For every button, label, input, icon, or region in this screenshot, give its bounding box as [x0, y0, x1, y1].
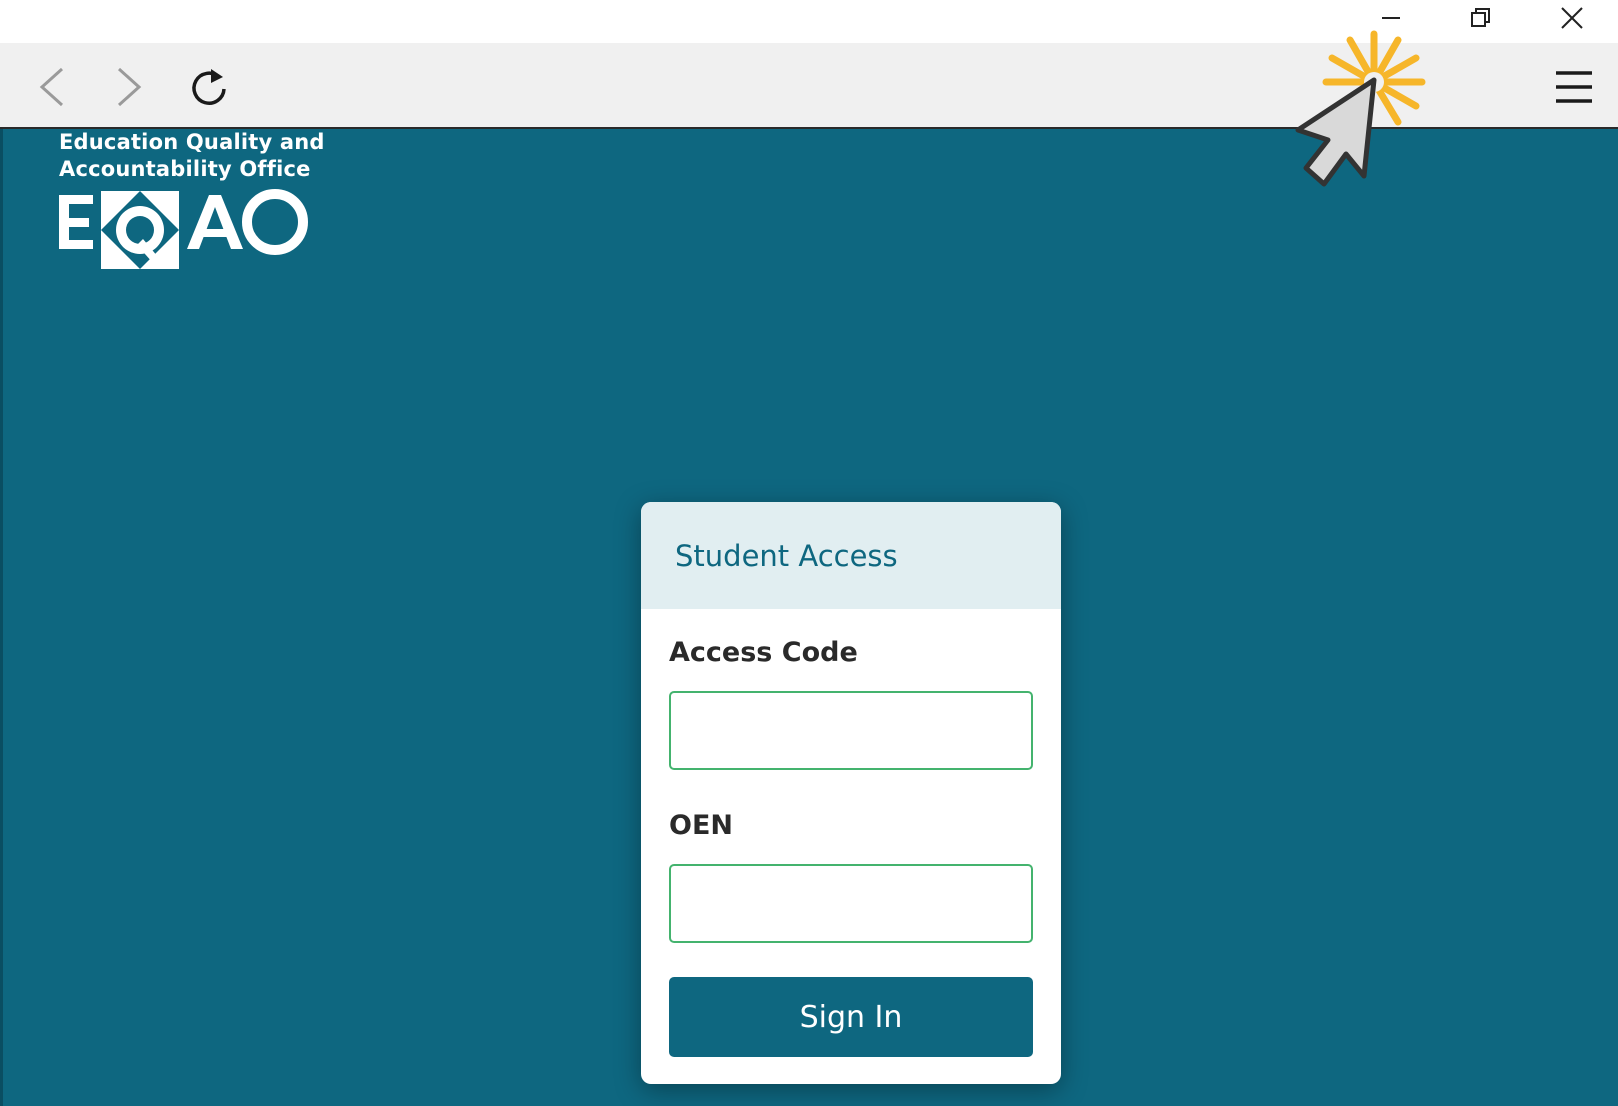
close-button[interactable] [1542, 0, 1602, 36]
restore-icon [1471, 8, 1490, 27]
card-header: Student Access [641, 502, 1061, 609]
reload-icon [192, 69, 226, 105]
forward-button[interactable] [103, 61, 155, 113]
minimize-button[interactable] [1361, 0, 1421, 36]
access-code-label: Access Code [669, 637, 858, 668]
student-access-card: Student Access Access Code OEN Sign In [641, 502, 1061, 1084]
menu-button[interactable] [1548, 61, 1600, 113]
logo-line-1: Education Quality and [59, 130, 325, 154]
oen-label: OEN [669, 810, 733, 841]
logo-line-2: Accountability Office [59, 157, 311, 181]
close-icon [1561, 7, 1583, 29]
field-spacer [669, 770, 1033, 810]
back-icon [39, 67, 64, 107]
menu-icon [1556, 71, 1592, 103]
window-titlebar [0, 0, 1618, 43]
sign-in-button[interactable]: Sign In [669, 977, 1033, 1057]
access-code-input[interactable] [669, 691, 1033, 770]
eqao-logo: Education Quality and Accountability Off… [59, 129, 325, 279]
card-title: Student Access [675, 538, 898, 573]
oen-input[interactable] [669, 864, 1033, 943]
eqao-logo-mark [59, 189, 308, 269]
login-form: Access Code OEN Sign In [641, 609, 1061, 1057]
restore-button[interactable] [1451, 0, 1511, 36]
browser-toolbar [0, 43, 1618, 129]
back-button[interactable] [26, 61, 78, 113]
reload-button[interactable] [183, 61, 235, 113]
minimize-icon [1382, 17, 1400, 19]
forward-icon [117, 67, 142, 107]
page-content: Education Quality and Accountability Off… [0, 129, 1618, 1106]
